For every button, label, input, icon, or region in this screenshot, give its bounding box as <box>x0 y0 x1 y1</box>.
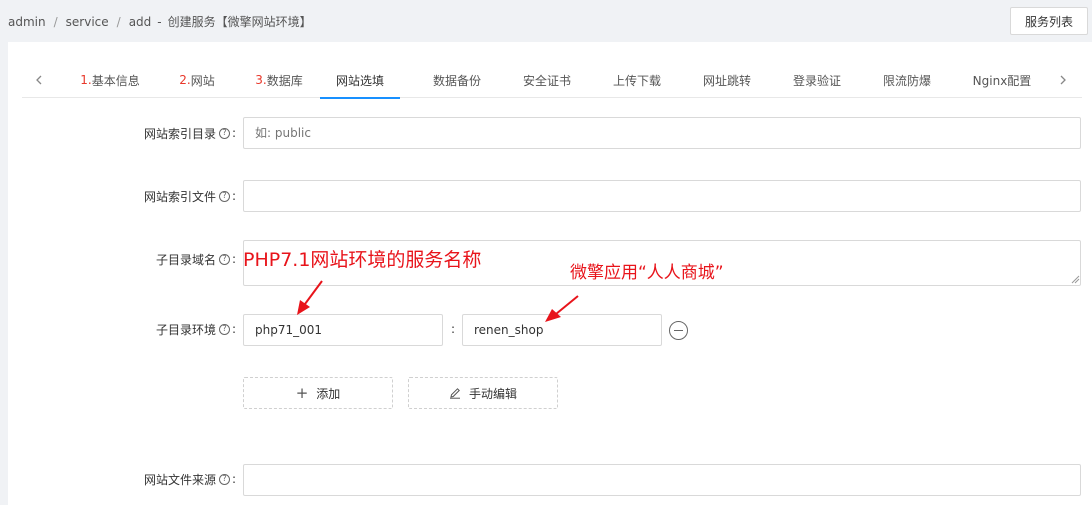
subdir-env-label: 子目录环境 ? : <box>108 319 236 339</box>
label-text: 网站索引目录 <box>143 126 216 141</box>
help-icon[interactable]: ? <box>218 323 230 335</box>
tab-login-auth[interactable]: 登录验证 <box>782 62 852 98</box>
tab-label: 上传下载 <box>612 73 661 88</box>
source-input[interactable] <box>243 464 1081 496</box>
chevron-right-icon[interactable] <box>1048 62 1078 97</box>
breadcrumb-separator: / <box>53 14 58 29</box>
tab-step-number: 1. <box>80 73 92 87</box>
chevron-left-icon[interactable] <box>24 62 54 97</box>
page-title: 创建服务【微擎网站环境】 <box>167 15 312 29</box>
label-colon: : <box>231 252 236 266</box>
breadcrumb-dash: - <box>157 14 162 29</box>
label-text: 子目录环境 <box>155 322 216 337</box>
tab-label: 网址跳转 <box>702 73 751 88</box>
tab-rate-limit[interactable]: 限流防爆 <box>872 62 942 98</box>
tab-label: 安全证书 <box>522 73 571 88</box>
index-file-label: 网站索引文件 ? : <box>108 186 236 206</box>
tab-data-backup[interactable]: 数据备份 <box>422 62 492 98</box>
input-value: renen_shop <box>474 323 544 337</box>
tab-url-redirect[interactable]: 网址跳转 <box>692 62 762 98</box>
label-text: 子目录域名 <box>155 252 216 267</box>
index-file-input[interactable] <box>243 180 1081 212</box>
help-icon[interactable]: ? <box>218 190 230 202</box>
manual-edit-button[interactable]: 手动编辑 <box>408 377 558 409</box>
subdir-env-value-input[interactable]: renen_shop <box>462 314 662 346</box>
breadcrumb-item-admin[interactable]: admin <box>8 15 46 29</box>
tab-website-optional[interactable]: 网站选填 <box>320 62 400 99</box>
tab-label: Nginx配置 <box>972 73 1032 88</box>
tab-step-number: 2. <box>179 73 191 87</box>
annotation-right-text: 微擎应用“人人商城” <box>570 263 724 283</box>
breadcrumb-item-add: add <box>128 14 152 29</box>
main-card: 1. 基本信息 2. 网站 3. 数据库 网站选填 数据备份 安全证书 上传下载 网址… <box>8 42 1092 505</box>
tab-label: 网站选填 <box>335 73 384 88</box>
label-text: 网站索引文件 <box>143 189 216 204</box>
subdir-env-key-input[interactable]: php71_001 <box>243 314 443 346</box>
input-value: php71_001 <box>255 323 323 337</box>
tab-bar: 1. 基本信息 2. 网站 3. 数据库 网站选填 数据备份 安全证书 上传下载 网址… <box>22 62 1082 99</box>
label-colon: : <box>231 472 236 486</box>
key-value-separator: : <box>451 322 456 336</box>
tab-label: 数据备份 <box>432 73 481 88</box>
service-list-button[interactable]: 服务列表 <box>1010 7 1088 35</box>
tab-label: 基本信息 <box>91 73 140 88</box>
subdir-domain-label: 子目录域名 ? : <box>108 249 236 269</box>
edit-pen-icon <box>449 388 460 399</box>
button-label: 添加 <box>316 386 341 401</box>
tab-label: 限流防爆 <box>882 73 931 88</box>
tab-step-number: 3. <box>255 73 267 87</box>
index-dir-input[interactable] <box>243 117 1081 149</box>
top-bar: admin / service / add - 创建服务【微擎网站环境】 服务列… <box>0 0 1092 42</box>
label-colon: : <box>231 322 236 336</box>
help-icon[interactable]: ? <box>218 473 230 485</box>
label-colon: : <box>231 189 236 203</box>
index-dir-label: 网站索引目录 ? : <box>108 123 236 143</box>
breadcrumb: admin / service / add - 创建服务【微擎网站环境】 <box>8 13 312 30</box>
tab-label: 登录验证 <box>792 73 841 88</box>
label-text: 网站文件来源 <box>143 472 216 487</box>
tab-label: 数据库 <box>266 73 303 88</box>
source-label: 网站文件来源 ? : <box>108 469 236 489</box>
add-button[interactable]: + 添加 <box>243 377 393 409</box>
tab-label: 网站 <box>190 73 215 88</box>
plus-icon: + <box>295 383 309 402</box>
tab-upload-download[interactable]: 上传下载 <box>602 62 672 98</box>
help-icon[interactable]: ? <box>218 253 230 265</box>
breadcrumb-separator: / <box>116 14 121 29</box>
button-label: 手动编辑 <box>468 386 517 401</box>
breadcrumb-item-service[interactable]: service <box>66 15 109 29</box>
label-colon: : <box>231 126 236 140</box>
tab-database[interactable]: 3. 数据库 <box>248 62 310 98</box>
tab-website[interactable]: 2. 网站 <box>172 62 222 98</box>
tab-basic-info[interactable]: 1. 基本信息 <box>72 62 148 98</box>
tab-nginx-config[interactable]: Nginx配置 <box>962 62 1042 98</box>
annotation-left-text: PHP7.1网站环境的服务名称 <box>243 249 482 271</box>
remove-circle-icon[interactable] <box>669 321 688 340</box>
tab-ssl-cert[interactable]: 安全证书 <box>512 62 582 98</box>
help-icon[interactable]: ? <box>218 127 230 139</box>
